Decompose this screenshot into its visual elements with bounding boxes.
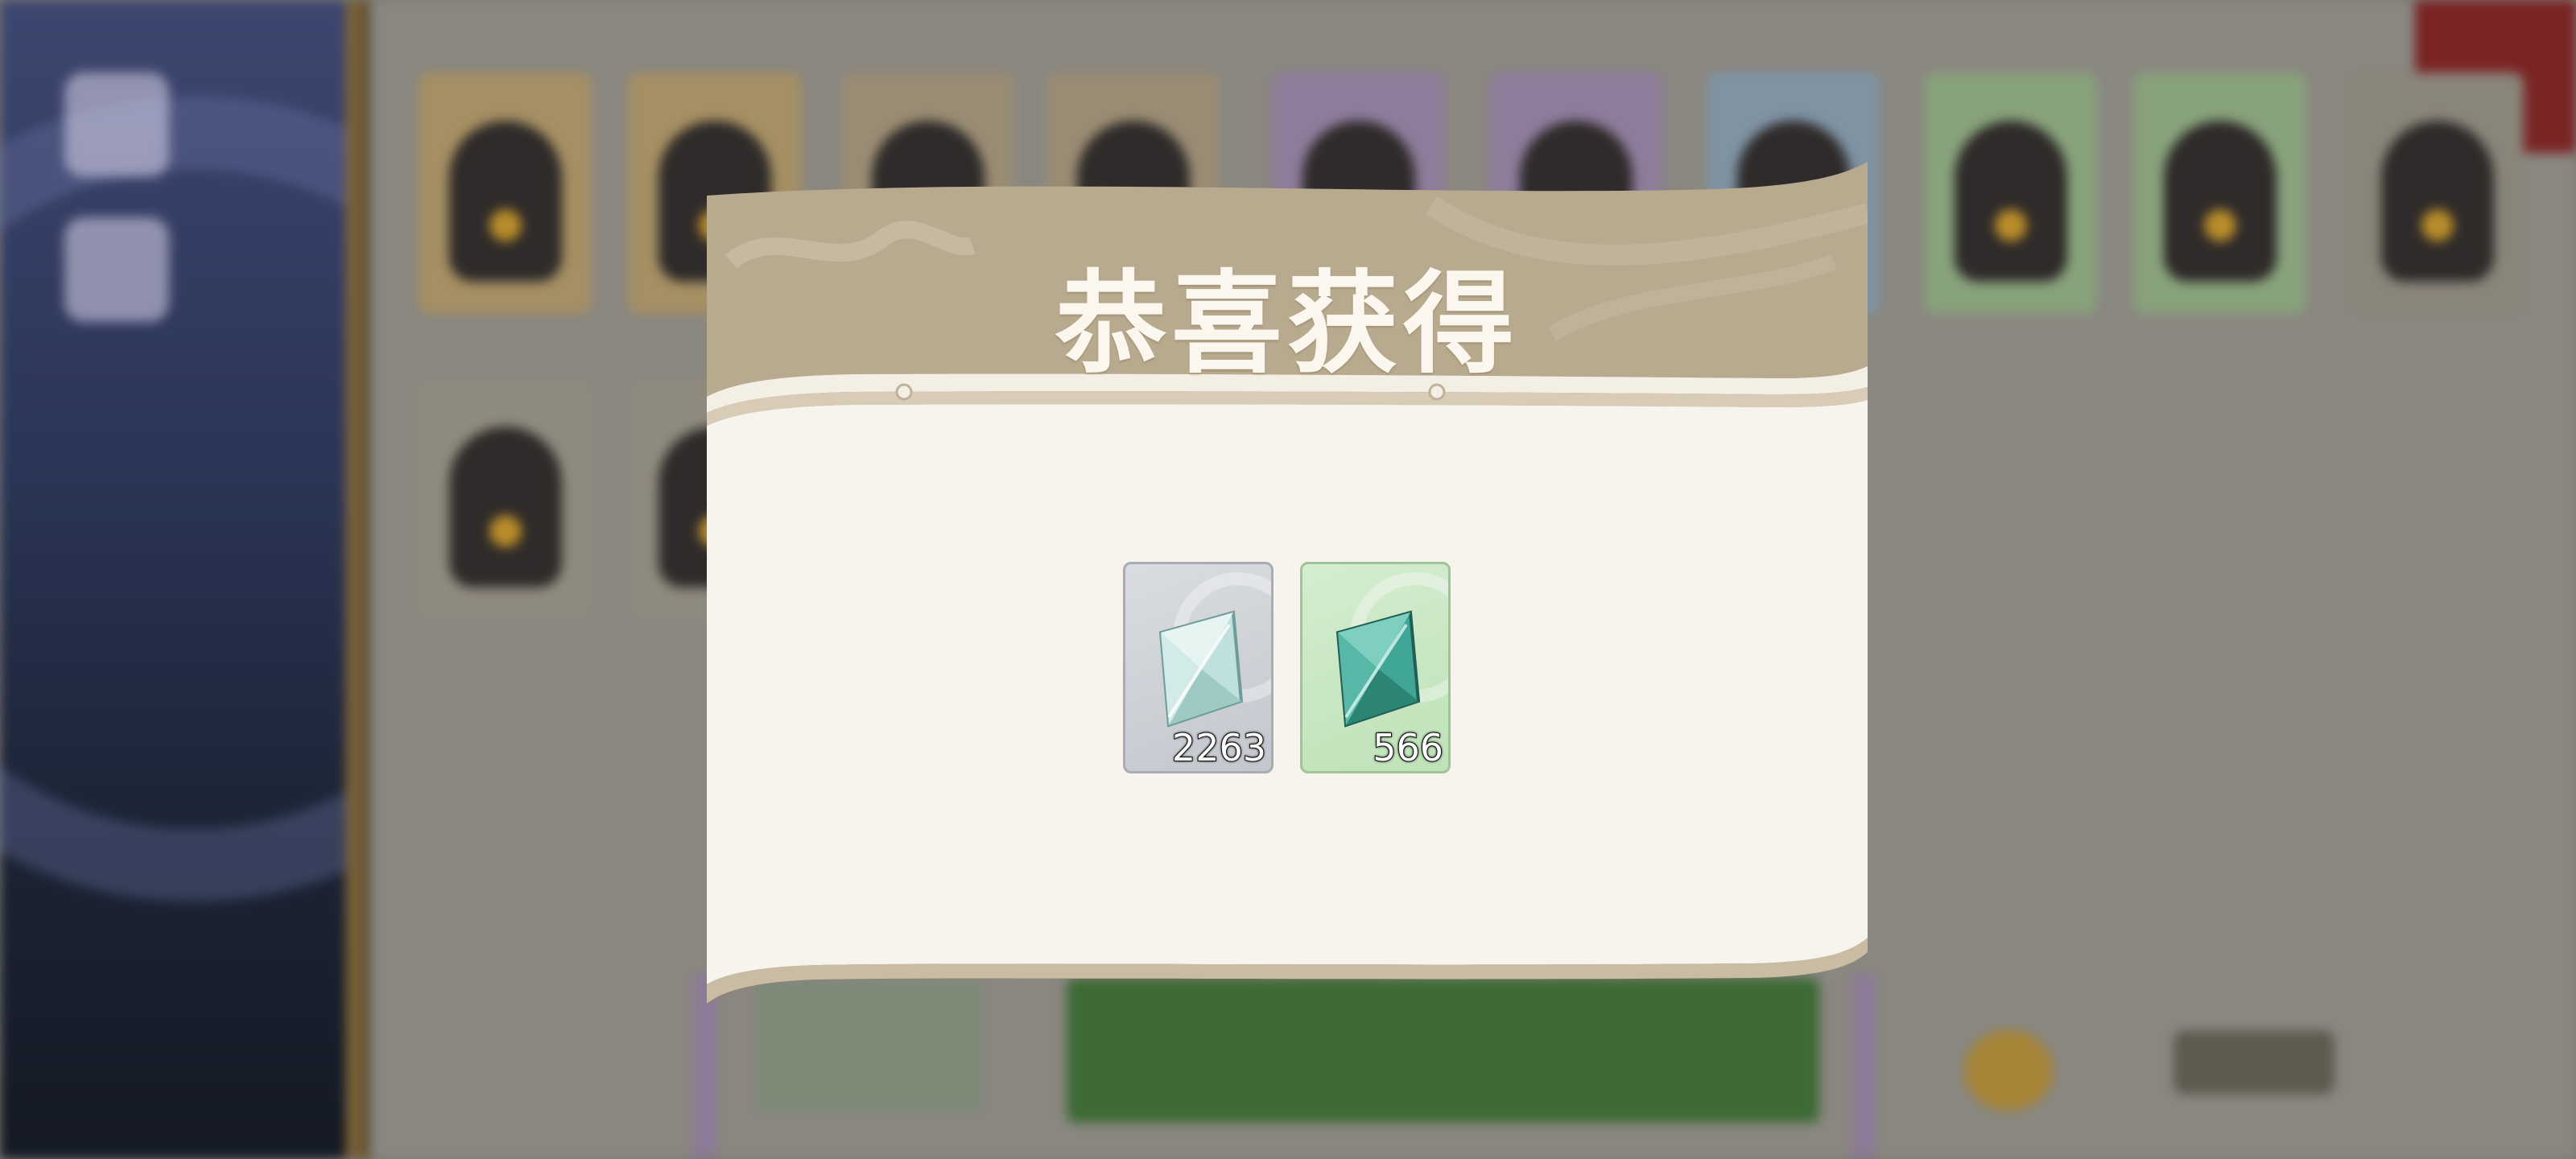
grey-crystal-icon — [1158, 610, 1244, 728]
background-coin-icon — [1964, 1030, 2053, 1111]
reward-count: 2263 — [1171, 725, 1267, 770]
reward-item-grey-crystal[interactable]: 2263 — [1123, 562, 1274, 773]
reward-item-green-crystal[interactable]: 566 — [1300, 562, 1451, 773]
background-side-panel — [0, 0, 596, 1159]
reward-dialog[interactable]: 恭喜获得 2263 566 — [707, 157, 1868, 1010]
reward-count: 566 — [1372, 725, 1444, 770]
dialog-title: 恭喜获得 — [1055, 259, 1519, 389]
background-price-label — [2174, 1030, 2334, 1095]
green-crystal-icon — [1335, 610, 1421, 728]
reward-list: 2263 566 — [1123, 562, 1451, 773]
